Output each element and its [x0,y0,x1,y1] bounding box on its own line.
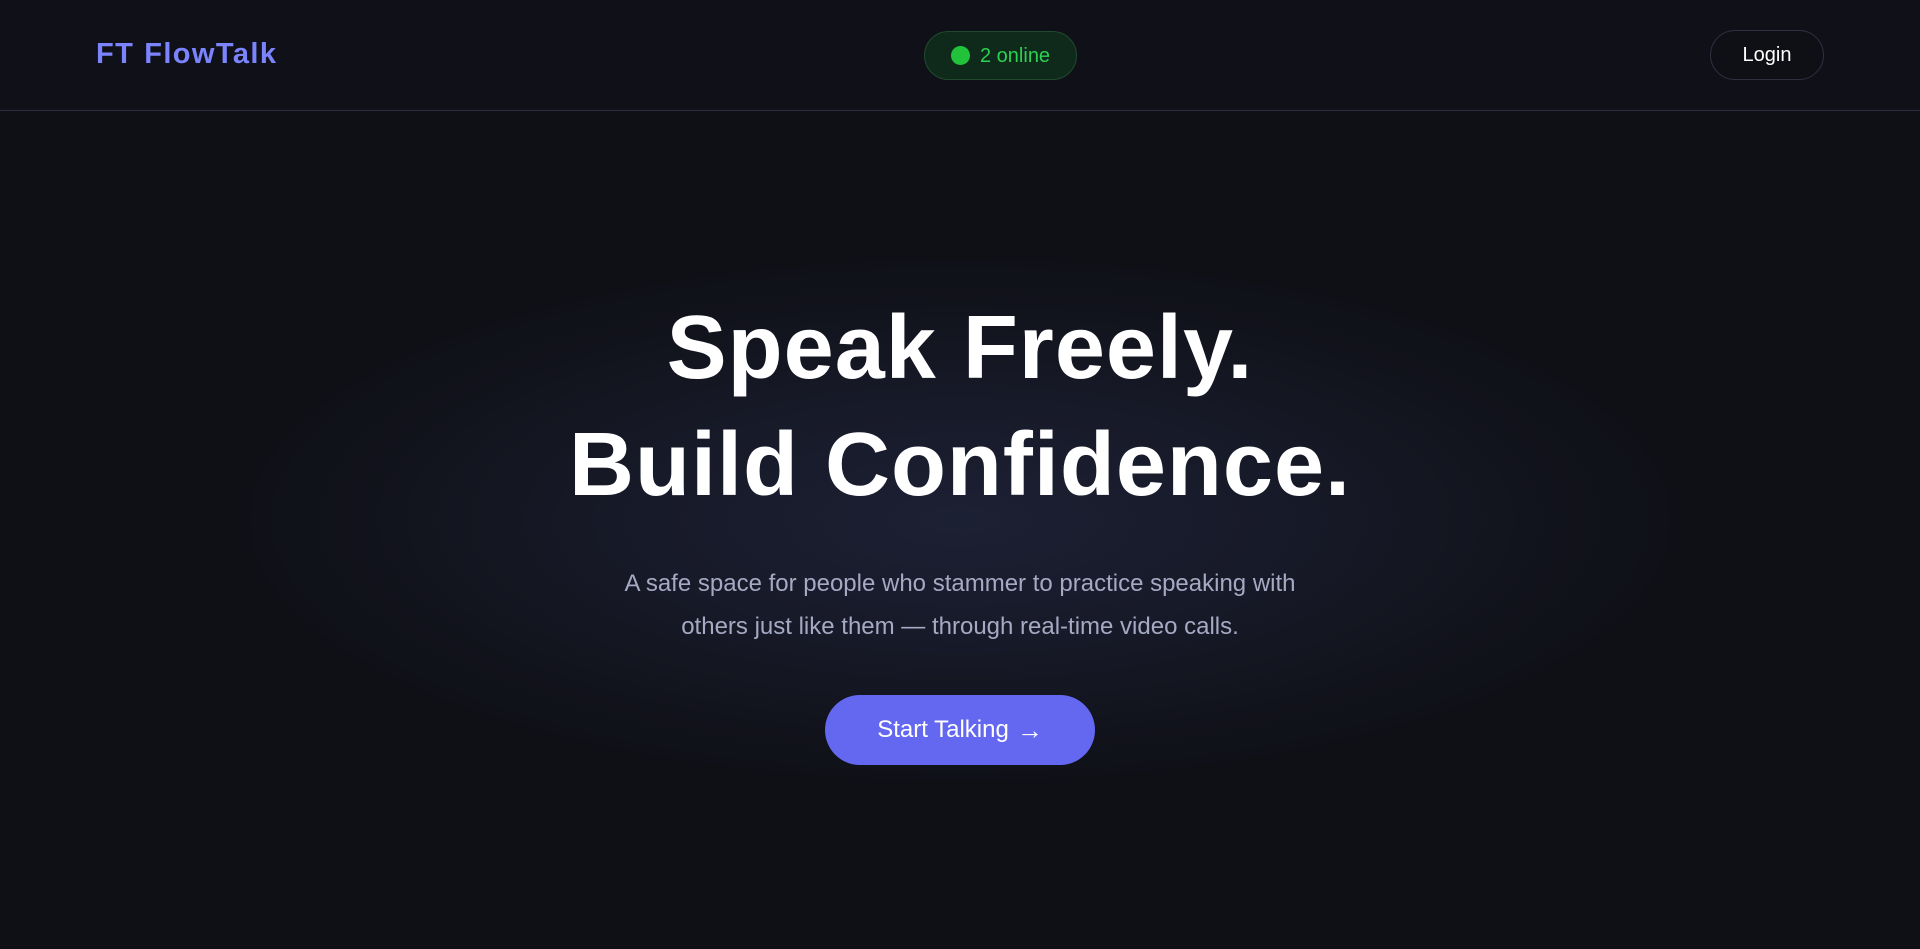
start-talking-button[interactable]: Start Talking → [825,695,1095,765]
hero-headline-line-2: Build Confidence. [569,415,1351,515]
hero-headline-line-1: Speak Freely. [666,298,1254,398]
top-navbar: FT FlowTalk 2 online Login [0,0,1920,111]
hero-subtitle-line-2: others just like them — through real-tim… [681,613,1239,640]
arrow-right-icon: → [1016,715,1043,745]
brand-name: FlowTalk [144,38,278,70]
online-count-text: 2 online [980,44,1051,67]
start-talking-label: Start Talking [877,716,1009,743]
hero-section: Speak Freely. Build Confidence. A safe s… [0,111,1920,949]
brand-logo[interactable]: FT FlowTalk [96,38,277,70]
landing-page: FT FlowTalk 2 online Login Speak Freely.… [0,0,1920,949]
online-status-badge: 2 online [924,31,1077,80]
brand-mark: FT [96,38,135,70]
online-status-dot-icon [951,46,970,65]
login-button[interactable]: Login [1710,30,1824,80]
hero-subtitle-line-1: A safe space for people who stammer to p… [624,570,1296,597]
